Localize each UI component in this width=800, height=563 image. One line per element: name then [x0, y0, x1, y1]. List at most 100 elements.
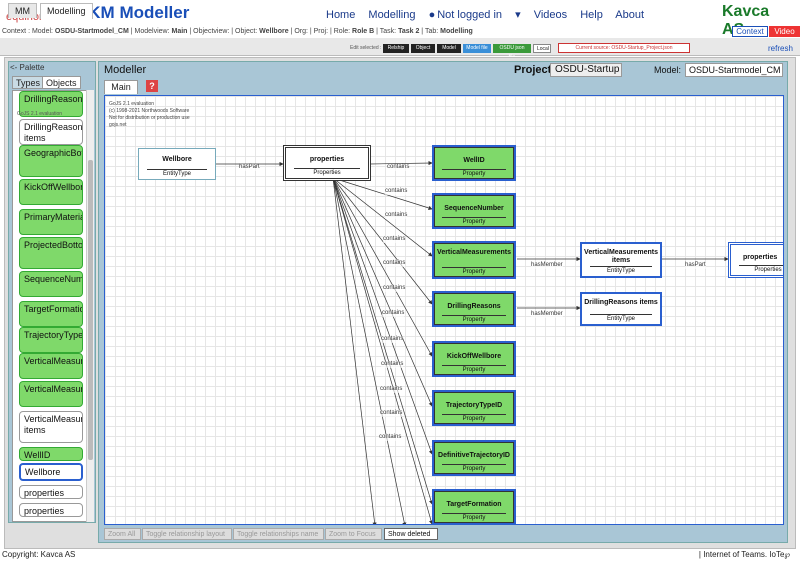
node-type: Property — [442, 315, 506, 324]
nav-help[interactable]: Help — [580, 9, 603, 21]
edge-label-contains: contains — [385, 212, 408, 219]
node-properties[interactable]: properties Properties — [283, 145, 371, 181]
edit-object-button[interactable]: Object — [411, 44, 435, 53]
video-button[interactable]: Video — [769, 26, 800, 37]
link-contains[interactable] — [332, 177, 433, 407]
nav-login[interactable]: ● Not logged in ▾ — [429, 9, 521, 21]
model-select[interactable]: OSDU-Startmodel_CM ▾ — [685, 63, 783, 77]
palette-scroll-thumb[interactable] — [88, 160, 93, 460]
edit-model-button[interactable]: Model — [437, 44, 461, 53]
show-deleted-button[interactable]: Show deleted — [384, 528, 438, 540]
app-header: equinor AKM Modeller Home Modelling ●Not… — [0, 0, 800, 38]
palette-scrollbar[interactable] — [86, 90, 94, 522]
node-type: Property — [442, 217, 506, 226]
osdu-json-file-button[interactable]: OSDU json file — [493, 44, 531, 60]
help-button[interactable]: ? — [146, 80, 158, 92]
toggle-relationships-name-button[interactable]: Toggle relationships name — [233, 528, 324, 540]
palette-list: DrillingReasons DrillingReasons items Geog… — [12, 90, 88, 522]
ctx-object: Wellbore — [259, 28, 289, 35]
nav-login-label: Not logged in — [437, 9, 503, 21]
palette-toggle[interactable]: <- Palette — [10, 63, 44, 72]
node-kickoffwellbore[interactable]: KickOffWellbore Property — [432, 341, 516, 377]
node-name: DrillingReasons items — [584, 299, 658, 306]
edge-label-contains: contains — [383, 236, 406, 243]
zoom-all-button[interactable]: Zoom All — [104, 528, 141, 540]
palette-item[interactable]: PrimaryMaterialID — [19, 209, 83, 235]
palette-overlay-text: GoJS 2.1 evaluation — [17, 111, 63, 117]
model-label: Model: — [654, 65, 682, 75]
node-verticalmeasurements-items[interactable]: VerticalMeasurements items EntityType — [580, 242, 662, 278]
edge-label-contains: contains — [387, 164, 410, 171]
node-name: TargetFormation — [446, 501, 502, 508]
local-button[interactable]: Local — [533, 44, 551, 53]
context-button[interactable]: Context — [732, 26, 768, 37]
ctx-task: Task 2 — [398, 28, 420, 35]
toggle-relationship-layout-button[interactable]: Toggle relationship layout — [142, 528, 232, 540]
diagram-canvas[interactable]: GoJS 2.1 evaluation (c) 1998-2021 Northw… — [104, 95, 784, 525]
nav-videos[interactable]: Videos — [534, 9, 567, 21]
nav-about[interactable]: About — [615, 9, 644, 21]
tab-main[interactable]: Main — [104, 80, 138, 94]
palette-item[interactable]: VerticalMeasurements — [19, 381, 83, 407]
node-name: properties — [743, 254, 778, 261]
node-name: TrajectoryTypeID — [445, 402, 503, 409]
edge-label-haspart: hasPart — [239, 164, 260, 171]
tab-modelling[interactable]: Modelling — [40, 3, 93, 19]
palette-item[interactable]: KickOffWellbore — [19, 179, 83, 205]
palette-item[interactable]: properties — [19, 485, 83, 499]
zoom-to-focus-button[interactable]: Zoom to Focus — [325, 528, 382, 540]
node-drillingreasons-items[interactable]: DrillingReasons items EntityType — [580, 292, 662, 326]
footer: Copyright: Kavca AS | Internet of Teams.… — [0, 549, 800, 563]
model-file-button[interactable]: Model file — [463, 44, 491, 53]
node-name: DefinitiveTrajectoryID — [438, 452, 510, 459]
node-trajectorytypeid[interactable]: TrajectoryTypeID Property — [432, 390, 516, 426]
node-wellid[interactable]: WellID Property — [432, 145, 516, 181]
node-type: Properties — [739, 265, 783, 274]
palette-item[interactable]: SequenceNumber — [19, 271, 83, 297]
node-sequencenumber[interactable]: SequenceNumber Property — [432, 193, 516, 229]
node-name: WellID — [463, 157, 485, 164]
app-title: AKM Modeller — [76, 3, 190, 22]
edit-selected-label: Edit selected : — [350, 45, 382, 51]
edge-label-contains: contains — [385, 188, 408, 195]
nav-home[interactable]: Home — [326, 9, 355, 21]
current-source-badge: Current source: OSDU-Startup_Project.jso… — [558, 43, 690, 53]
node-type: Property — [442, 464, 506, 473]
node-type: EntityType — [590, 266, 652, 275]
edge-label-contains: contains — [381, 361, 404, 368]
palette-tab-objects[interactable]: Objects — [42, 76, 81, 89]
refresh-link[interactable]: refresh — [768, 44, 793, 53]
palette-item[interactable]: GeographicBottomHoleLocation — [19, 145, 83, 177]
edge-label-haspart: hasPart — [685, 262, 706, 269]
palette-item[interactable]: DrillingReasons items — [19, 119, 83, 145]
node-definitivetrajectoryid[interactable]: DefinitiveTrajectoryID Property — [432, 440, 516, 476]
node-drillingreasons[interactable]: DrillingReasons Property — [432, 291, 516, 327]
palette-item[interactable]: VerticalMeasurementID — [19, 353, 83, 379]
edge-label-hasmember: hasMember — [531, 262, 563, 269]
palette-item[interactable]: VerticalMeasurements items — [19, 411, 83, 443]
node-type: EntityType — [147, 169, 207, 178]
palette-item[interactable]: TargetFormation — [19, 301, 83, 327]
link-contains[interactable] — [332, 177, 407, 525]
palette-item[interactable]: ProjectedBottomHoleLocation — [19, 237, 83, 269]
tab-mm[interactable]: MM — [8, 3, 37, 18]
kavca-logo: Kavca AS — [722, 2, 792, 38]
palette-item[interactable]: WellID — [19, 447, 83, 461]
link-contains[interactable] — [332, 177, 433, 257]
palette-item[interactable]: TrajectoryTypeID — [19, 327, 83, 353]
node-properties-2[interactable]: properties Properties — [728, 242, 783, 278]
ctx-mv-prefix: | Modelview: — [128, 28, 172, 35]
edit-relship-button[interactable]: Relship — [383, 44, 409, 53]
node-name: DrillingReasons — [447, 303, 501, 310]
node-verticalmeasurements[interactable]: VerticalMeasurements Property — [432, 241, 516, 279]
project-label: Project: — [514, 64, 555, 76]
palette-item[interactable]: properties — [19, 503, 83, 517]
nav-modelling[interactable]: Modelling — [368, 9, 415, 21]
palette-tab-types[interactable]: Types — [12, 76, 45, 89]
link-contains[interactable] — [332, 177, 434, 524]
node-targetformation[interactable]: TargetFormation Property — [432, 489, 516, 524]
palette-item[interactable]: Wellbore — [19, 463, 83, 481]
edge-label-contains: contains — [382, 310, 405, 317]
node-wellbore[interactable]: Wellbore EntityType — [138, 148, 216, 180]
node-name: KickOffWellbore — [446, 353, 502, 360]
